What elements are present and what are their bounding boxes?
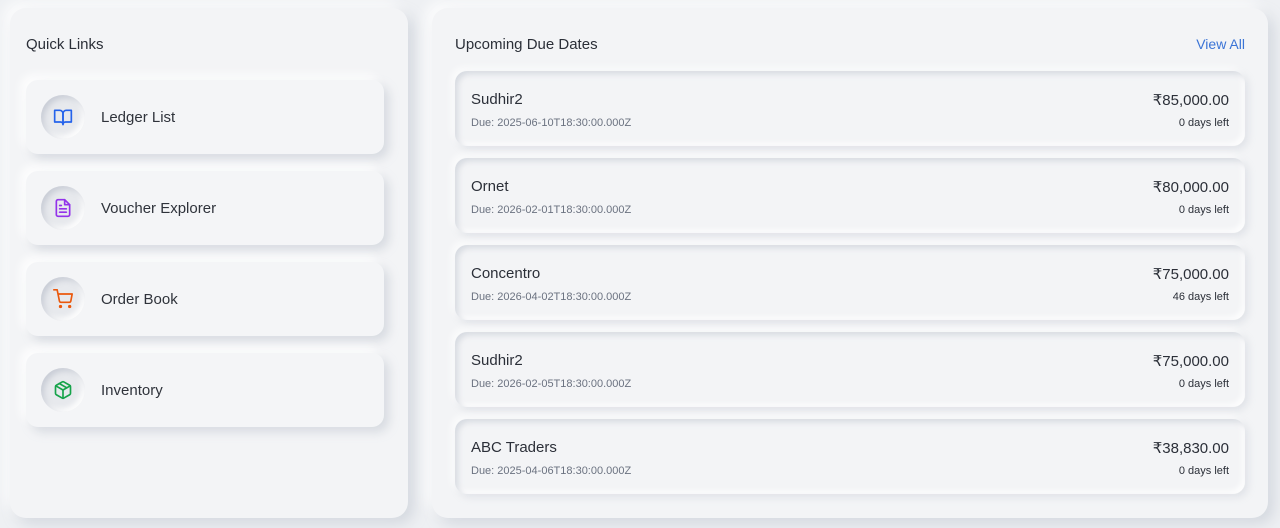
due-item[interactable]: Sudhir2 Due: 2026-02-05T18:30:00.000Z ₹7… <box>455 332 1245 407</box>
quick-links-list: Ledger List Voucher Explorer Order Book … <box>26 80 384 444</box>
due-item-date: Due: 2026-04-02T18:30:00.000Z <box>471 291 632 303</box>
due-item-amount: ₹75,000.00 <box>1152 353 1229 370</box>
quick-link-voucher-explorer[interactable]: Voucher Explorer <box>26 171 384 245</box>
quick-link-label: Inventory <box>101 381 163 399</box>
file-text-icon <box>41 186 85 230</box>
due-item-amount: ₹75,000.00 <box>1152 266 1229 283</box>
quick-link-inventory[interactable]: Inventory <box>26 353 384 427</box>
quick-link-ledger-list[interactable]: Ledger List <box>26 80 384 154</box>
package-icon <box>41 368 85 412</box>
due-item-name: Sudhir2 <box>471 352 523 369</box>
due-dates-list: Sudhir2 Due: 2025-06-10T18:30:00.000Z ₹8… <box>455 71 1245 506</box>
quick-links-title: Quick Links <box>26 36 104 53</box>
due-item-amount: ₹85,000.00 <box>1152 92 1229 109</box>
due-item-days-left: 0 days left <box>1178 117 1229 129</box>
due-item-date: Due: 2025-06-10T18:30:00.000Z <box>471 117 632 129</box>
due-item-days-left: 0 days left <box>1178 465 1229 477</box>
due-item-date: Due: 2026-02-01T18:30:00.000Z <box>471 204 632 216</box>
due-item-amount: ₹80,000.00 <box>1152 179 1229 196</box>
due-item-date: Due: 2025-04-06T18:30:00.000Z <box>471 465 632 477</box>
due-item-days-left: 0 days left <box>1178 378 1229 390</box>
shopping-cart-icon <box>41 277 85 321</box>
due-item[interactable]: Ornet Due: 2026-02-01T18:30:00.000Z ₹80,… <box>455 158 1245 233</box>
due-item-days-left: 46 days left <box>1172 291 1229 303</box>
due-item-name: ABC Traders <box>471 439 557 456</box>
quick-link-label: Ledger List <box>101 108 176 126</box>
book-open-icon <box>41 95 85 139</box>
view-all-link[interactable]: View All <box>1196 36 1245 52</box>
quick-link-label: Order Book <box>101 290 178 308</box>
due-item-name: Ornet <box>471 178 509 195</box>
due-dates-title: Upcoming Due Dates <box>455 36 598 53</box>
due-item-amount: ₹38,830.00 <box>1152 440 1229 457</box>
due-dates-panel: Upcoming Due Dates View All Sudhir2 Due:… <box>432 8 1268 518</box>
quick-links-panel: Quick Links Ledger List Voucher Explorer… <box>10 8 408 518</box>
due-item[interactable]: Sudhir2 Due: 2025-06-10T18:30:00.000Z ₹8… <box>455 71 1245 146</box>
due-item-date: Due: 2026-02-05T18:30:00.000Z <box>471 378 632 390</box>
due-item[interactable]: ABC Traders Due: 2025-04-06T18:30:00.000… <box>455 419 1245 494</box>
due-item-name: Sudhir2 <box>471 91 523 108</box>
quick-link-order-book[interactable]: Order Book <box>26 262 384 336</box>
dashboard-widgets: Quick Links Ledger List Voucher Explorer… <box>0 0 1280 528</box>
quick-link-label: Voucher Explorer <box>101 199 217 217</box>
due-item[interactable]: Concentro Due: 2026-04-02T18:30:00.000Z … <box>455 245 1245 320</box>
due-item-days-left: 0 days left <box>1178 204 1229 216</box>
due-item-name: Concentro <box>471 265 541 282</box>
